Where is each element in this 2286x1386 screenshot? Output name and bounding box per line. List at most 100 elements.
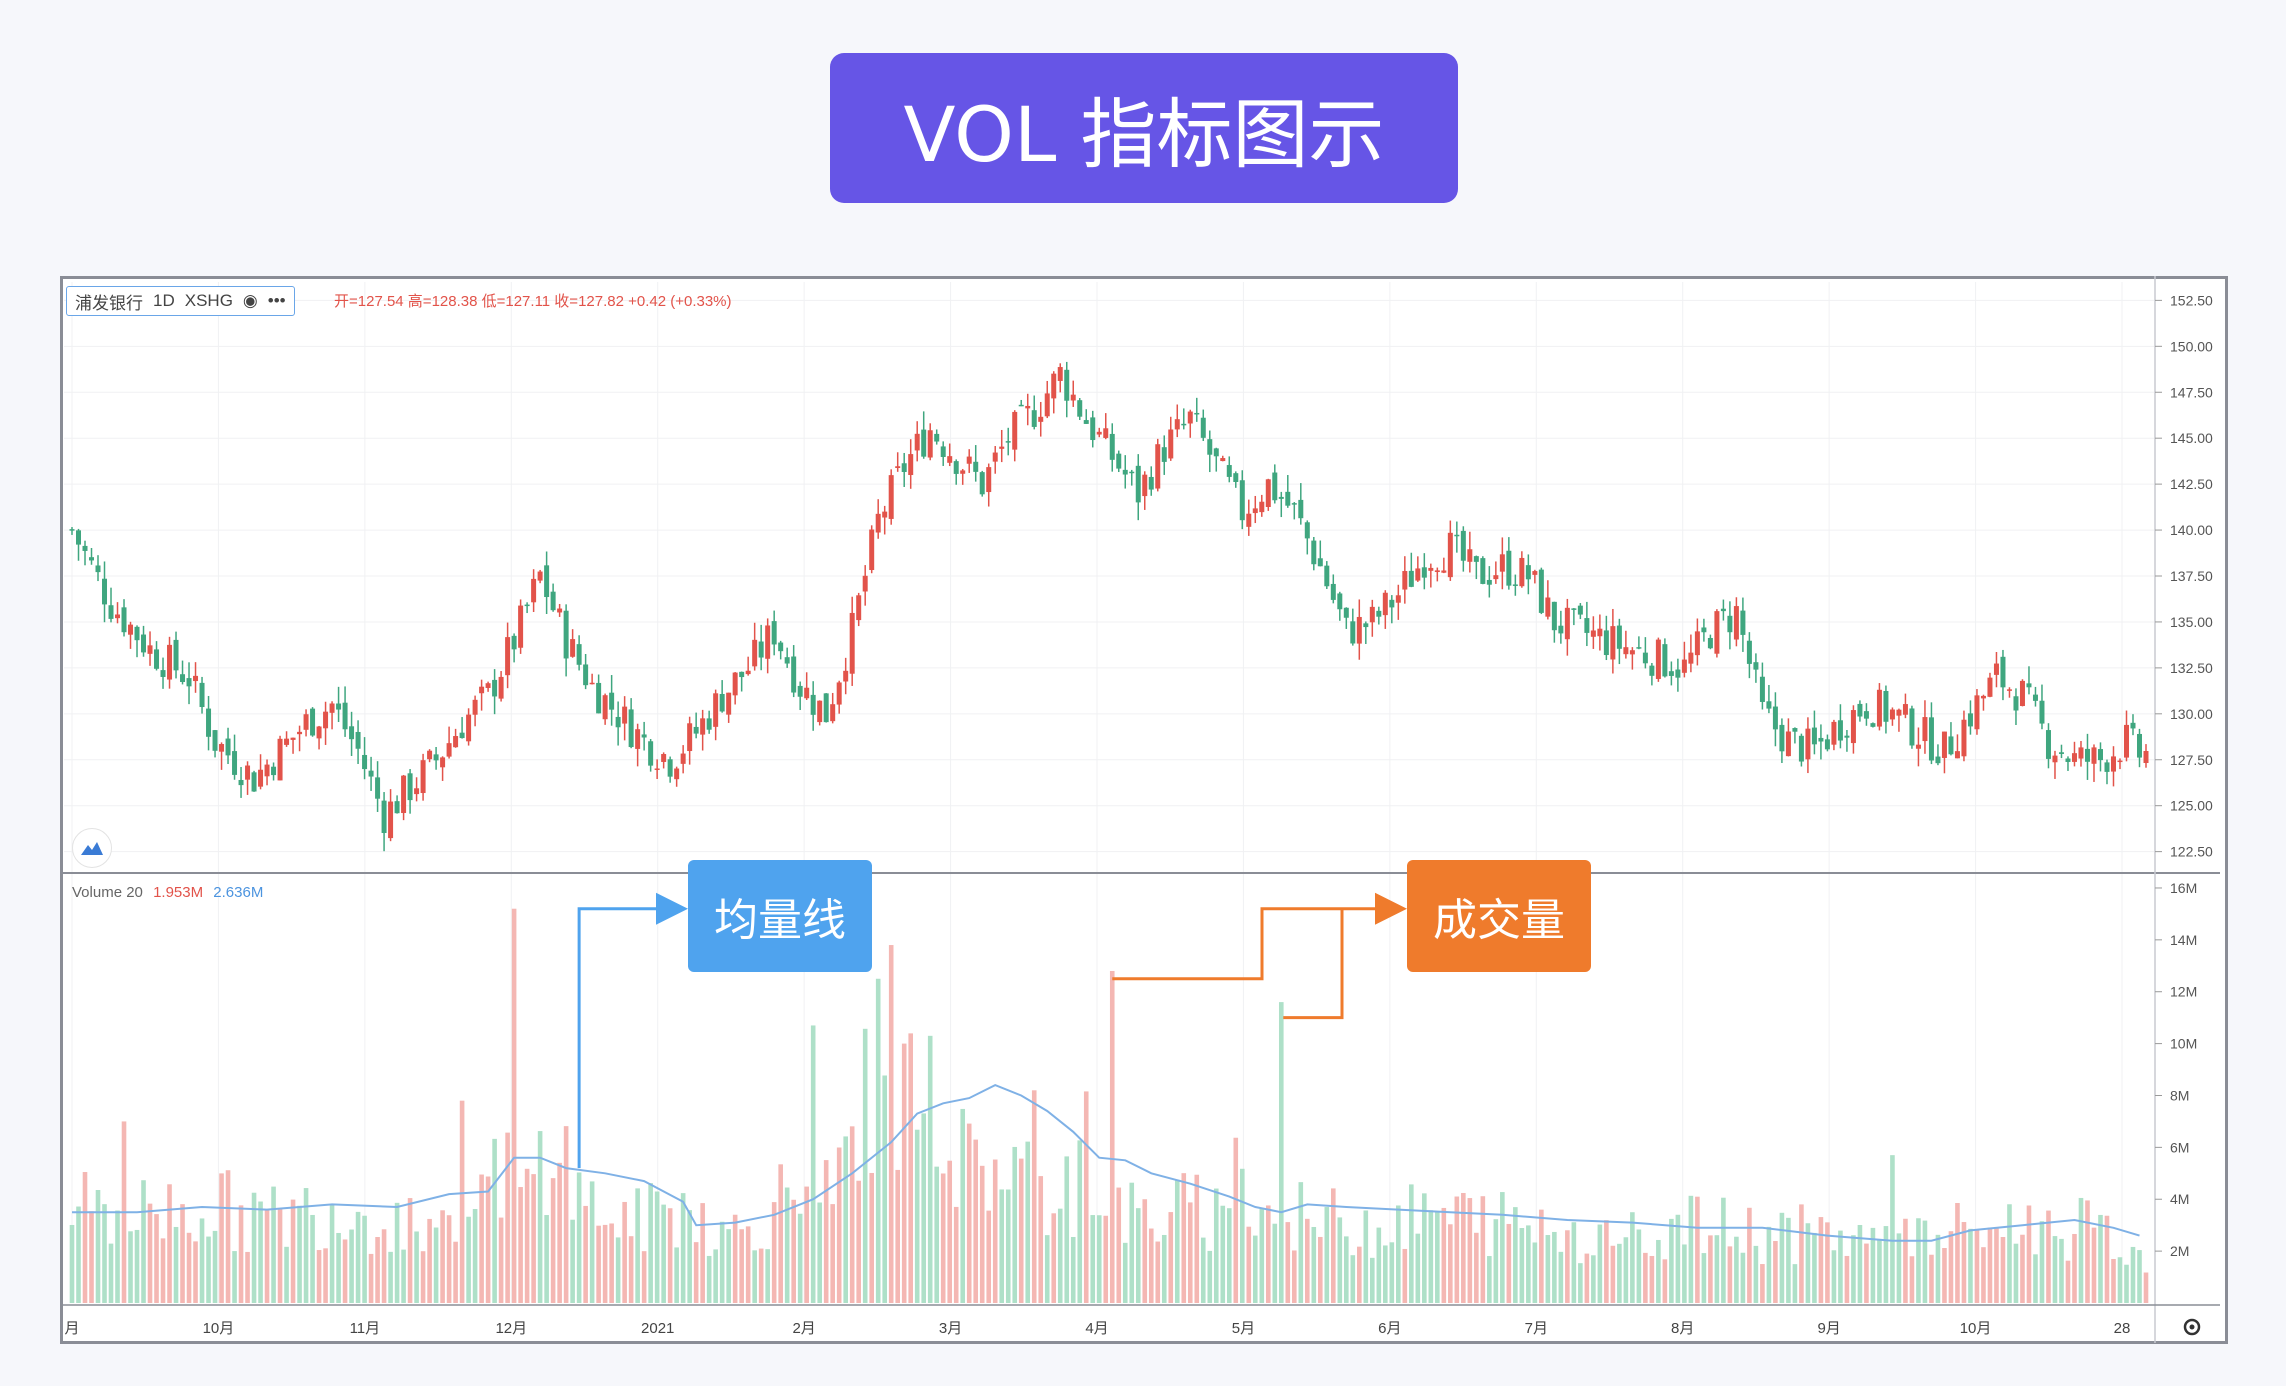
candle-body	[1265, 479, 1271, 507]
candle-body	[277, 738, 283, 781]
candle-body	[238, 779, 244, 786]
volume-bar	[1480, 1196, 1486, 1303]
candle-body	[602, 695, 608, 720]
volume-bar	[1896, 1233, 1902, 1303]
volume-bar	[297, 1205, 302, 1303]
volume-bar	[186, 1232, 192, 1303]
candle-body	[1857, 703, 1863, 717]
volume-bar	[732, 1214, 738, 1303]
volume-bar	[856, 1180, 861, 1303]
volume-bar	[589, 1181, 595, 1303]
symbol-legend[interactable]: 浦发银行 1D XSHG ◉ •••	[66, 286, 295, 316]
volume-bar	[2000, 1236, 2006, 1303]
volume-bar	[1396, 1205, 1401, 1303]
candle-body	[1909, 708, 1915, 746]
volume-bar	[986, 1210, 992, 1303]
volume-bar	[1688, 1195, 1694, 1303]
volume-bar	[1291, 1250, 1297, 1303]
volume-bar	[1370, 1257, 1375, 1303]
volume-bar	[1493, 1219, 1499, 1303]
candle-body	[908, 454, 914, 476]
candle-body	[1616, 625, 1622, 649]
candle-body	[1031, 410, 1037, 427]
candle-body	[121, 607, 127, 633]
candle-body	[680, 753, 686, 764]
volume-bar	[1096, 1215, 1102, 1303]
volume-bar	[1864, 1243, 1869, 1303]
volume-bar	[1441, 1207, 1447, 1303]
volume-bar	[1363, 1210, 1369, 1303]
volume-bar	[1083, 1091, 1089, 1303]
volume-bar	[1383, 1245, 1388, 1303]
volume-bar	[1435, 1212, 1440, 1303]
candle-body	[1428, 567, 1434, 571]
candle-body	[1590, 630, 1596, 637]
brand-logo-icon[interactable]	[72, 828, 112, 868]
volume-bar	[479, 1174, 484, 1303]
candle-body	[1259, 501, 1265, 513]
candle-body	[82, 545, 88, 551]
candle-body	[758, 641, 764, 658]
candle-body	[791, 656, 797, 693]
candle-body	[1701, 627, 1707, 633]
volume-bar	[1226, 1208, 1232, 1303]
volume-bar	[1851, 1235, 1856, 1303]
more-icon[interactable]: •••	[268, 291, 286, 311]
candle-body	[375, 777, 381, 799]
volume-bar	[511, 908, 517, 1303]
candle-body	[700, 718, 706, 735]
volume-bar	[258, 1201, 263, 1303]
candle-body	[713, 693, 719, 727]
candle-body	[797, 685, 803, 697]
candle-body	[2143, 750, 2149, 763]
volume-bar	[76, 1206, 81, 1303]
candle-body	[531, 578, 537, 603]
x-tick-label: 2021	[641, 1320, 674, 1337]
volume-bar	[1695, 1196, 1700, 1303]
candle-body	[1356, 616, 1362, 644]
volume-bar	[706, 1255, 712, 1303]
candle-body	[1766, 701, 1772, 709]
volume-bar	[316, 1250, 322, 1303]
volume-bar	[628, 1236, 634, 1303]
volume-bar	[1207, 1250, 1213, 1303]
candle-body	[414, 788, 420, 795]
candle-body	[771, 621, 777, 645]
volume-bar	[498, 1217, 504, 1303]
candle-body	[1935, 756, 1941, 764]
volume-bars	[69, 908, 2149, 1303]
volume-bar	[290, 1199, 296, 1303]
volume-bar	[947, 1160, 953, 1303]
volume-bar	[1773, 1241, 1778, 1303]
volume-bar	[1877, 1239, 1882, 1303]
volume-bar	[1649, 1255, 1655, 1303]
candle-body	[2136, 733, 2142, 758]
candle-body	[1740, 610, 1746, 635]
candle-body	[1220, 458, 1226, 462]
candle-body	[1883, 690, 1889, 722]
volume-legend: Volume 20 1.953M 2.636M	[72, 884, 263, 901]
volume-bar	[394, 1202, 400, 1303]
volume-bar	[1994, 1228, 1999, 1303]
volume-bar	[1779, 1212, 1785, 1303]
volume-bar	[115, 1210, 120, 1303]
candle-body	[1610, 626, 1616, 660]
volume-bar	[602, 1224, 608, 1303]
volume-bar	[1109, 970, 1115, 1303]
candle-body	[186, 678, 192, 687]
candle-body	[1642, 652, 1648, 664]
volume-bar	[310, 1214, 315, 1303]
eye-icon[interactable]: ◉	[243, 291, 258, 311]
candle-body	[732, 672, 738, 696]
price-tick-label: 127.50	[2170, 752, 2213, 768]
volume-bar	[1129, 1182, 1135, 1303]
candle-body	[719, 693, 725, 712]
candle-body	[1194, 412, 1200, 415]
candle-body	[258, 769, 264, 787]
volume-bar	[1532, 1242, 1538, 1303]
candle-body	[706, 718, 712, 730]
candle-body	[342, 702, 348, 730]
volume-bar	[414, 1231, 419, 1303]
candle-body	[167, 644, 173, 680]
candle-body	[1441, 570, 1447, 573]
